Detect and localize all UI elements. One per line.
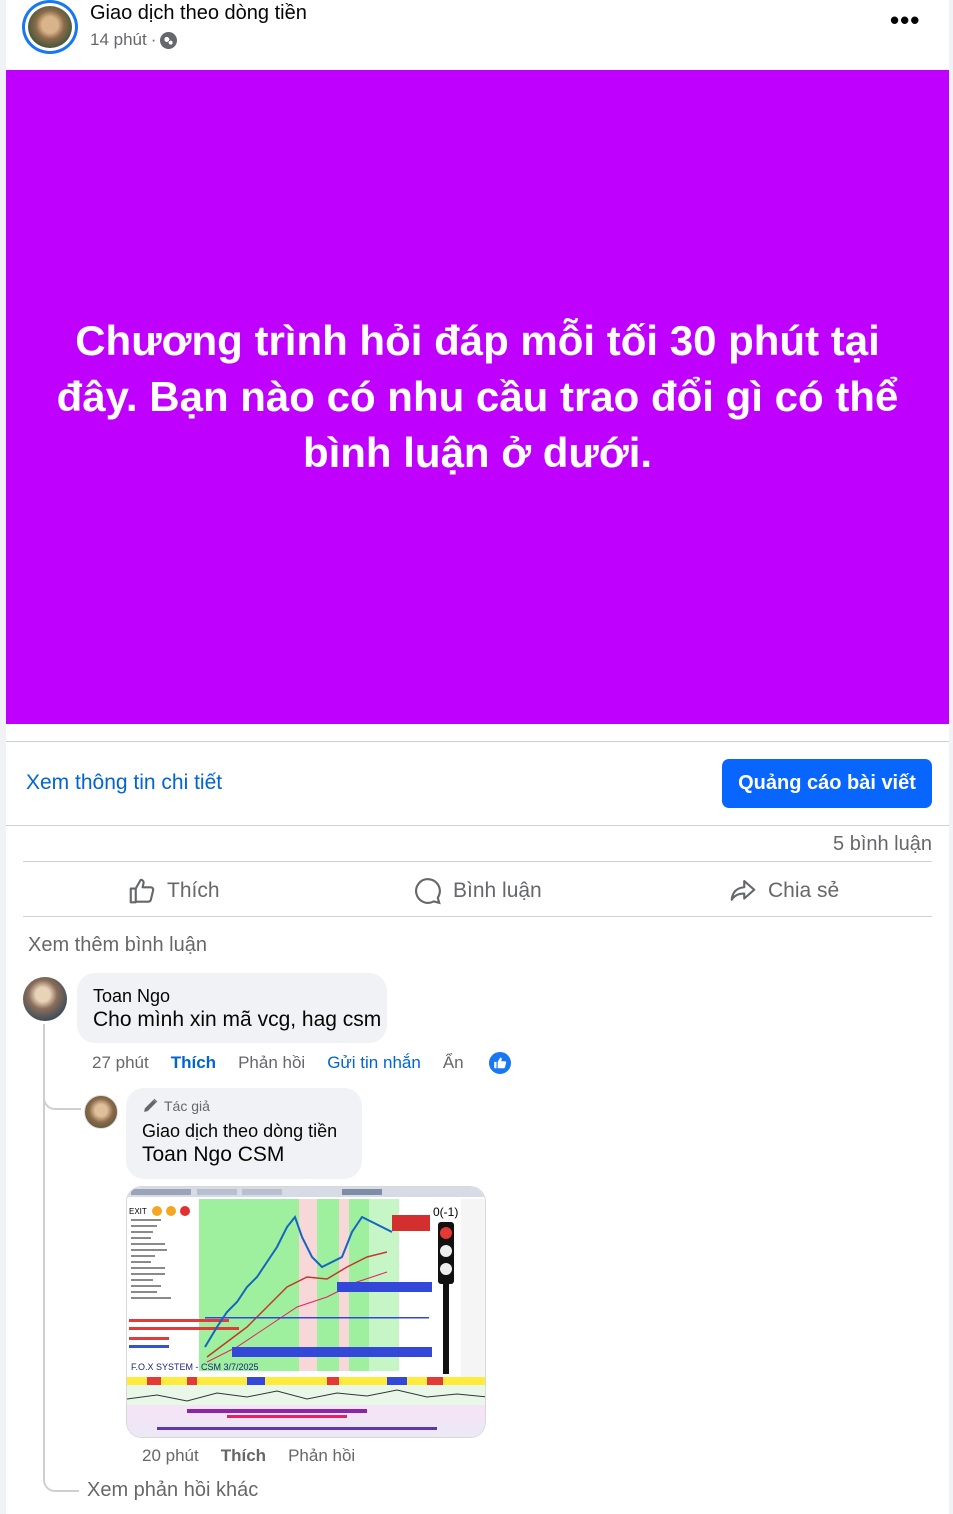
like-label: Thích [167, 879, 220, 902]
divider [23, 861, 932, 862]
comment-count[interactable]: 5 bình luận [833, 833, 932, 856]
thumbs-up-icon [129, 878, 155, 904]
more-horizontal-icon[interactable]: ••• [890, 7, 920, 33]
comment-reply-button[interactable]: Phản hồi [238, 1053, 305, 1073]
post-meta: 14 phút · [90, 30, 178, 50]
reply-author[interactable]: Giao dịch theo dòng tiền [142, 1121, 337, 1142]
reply-reply-button[interactable]: Phản hồi [288, 1446, 355, 1466]
chart-system-label: F.O.X SYSTEM - CSM 3/7/2025 [131, 1362, 259, 1372]
comment-time[interactable]: 27 phút [92, 1053, 149, 1073]
comment-author[interactable]: Toan Ngo [93, 986, 170, 1007]
reply-chart-image[interactable]: EXIT 0(-1) F.O.X SYSTEM - CSM 3/7/2025 [126, 1186, 486, 1438]
post-banner: Chương trình hỏi đáp mỗi tối 30 phút tại… [6, 70, 949, 724]
thread-connector [43, 1080, 81, 1110]
divider [6, 741, 949, 742]
globe-icon [160, 31, 178, 49]
see-more-comments[interactable]: Xem thêm bình luận [28, 934, 207, 957]
reply-like-button[interactable]: Thích [221, 1446, 266, 1466]
reply-avatar[interactable] [84, 1095, 118, 1129]
reply-text: Toan Ngo CSM [142, 1143, 284, 1167]
comment-bubble-icon [415, 878, 441, 905]
share-arrow-icon [730, 879, 756, 901]
like-action-button[interactable]: Thích [127, 872, 220, 910]
stock-chart-thumbnail: EXIT 0(-1) F.O.X SYSTEM - CSM 3/7/2025 [127, 1187, 485, 1437]
see-more-replies[interactable]: Xem phản hồi khác [87, 1479, 258, 1502]
comment-like-button[interactable]: Thích [171, 1053, 216, 1073]
reply-body: CSM [237, 1143, 285, 1166]
share-action-button[interactable]: Chia sẻ [728, 872, 839, 910]
reply-mention[interactable]: Toan Ngo [142, 1143, 232, 1166]
comment-message-button[interactable]: Gửi tin nhắn [327, 1053, 421, 1073]
page-name[interactable]: Giao dịch theo dòng tiền [90, 2, 307, 25]
thread-connector [43, 1462, 79, 1492]
divider [6, 825, 949, 826]
detail-link[interactable]: Xem thông tin chi tiết [26, 771, 222, 795]
comment-label: Bình luận [453, 879, 542, 902]
comment-hide-button[interactable]: Ẩn [443, 1053, 464, 1073]
commenter-avatar[interactable] [23, 977, 67, 1021]
reply-time[interactable]: 20 phút [142, 1446, 199, 1466]
comment-action-button[interactable]: Bình luận [413, 872, 542, 910]
like-reaction-icon[interactable] [487, 1050, 513, 1076]
author-badge: Tác giả [142, 1097, 210, 1114]
reply-actions: 20 phút Thích Phản hồi [142, 1446, 377, 1466]
banner-text: Chương trình hỏi đáp mỗi tối 30 phút tại… [56, 317, 899, 476]
chart-exit-label: EXIT [129, 1207, 147, 1216]
author-badge-label: Tác giả [164, 1097, 210, 1114]
divider [23, 916, 932, 917]
page-avatar[interactable] [22, 0, 78, 54]
boost-post-button[interactable]: Quảng cáo bài viết [722, 759, 932, 808]
comment-actions: 27 phút Thích Phản hồi Gửi tin nhắn Ẩn [92, 1053, 486, 1073]
comment-text: Cho mình xin mã vcg, hag csm [93, 1008, 382, 1031]
meta-separator: · [150, 30, 157, 49]
chart-signal-label: 0(-1) [433, 1205, 458, 1219]
share-label: Chia sẻ [768, 879, 840, 902]
post-time[interactable]: 14 phút [90, 30, 147, 50]
pencil-icon [144, 1098, 158, 1112]
